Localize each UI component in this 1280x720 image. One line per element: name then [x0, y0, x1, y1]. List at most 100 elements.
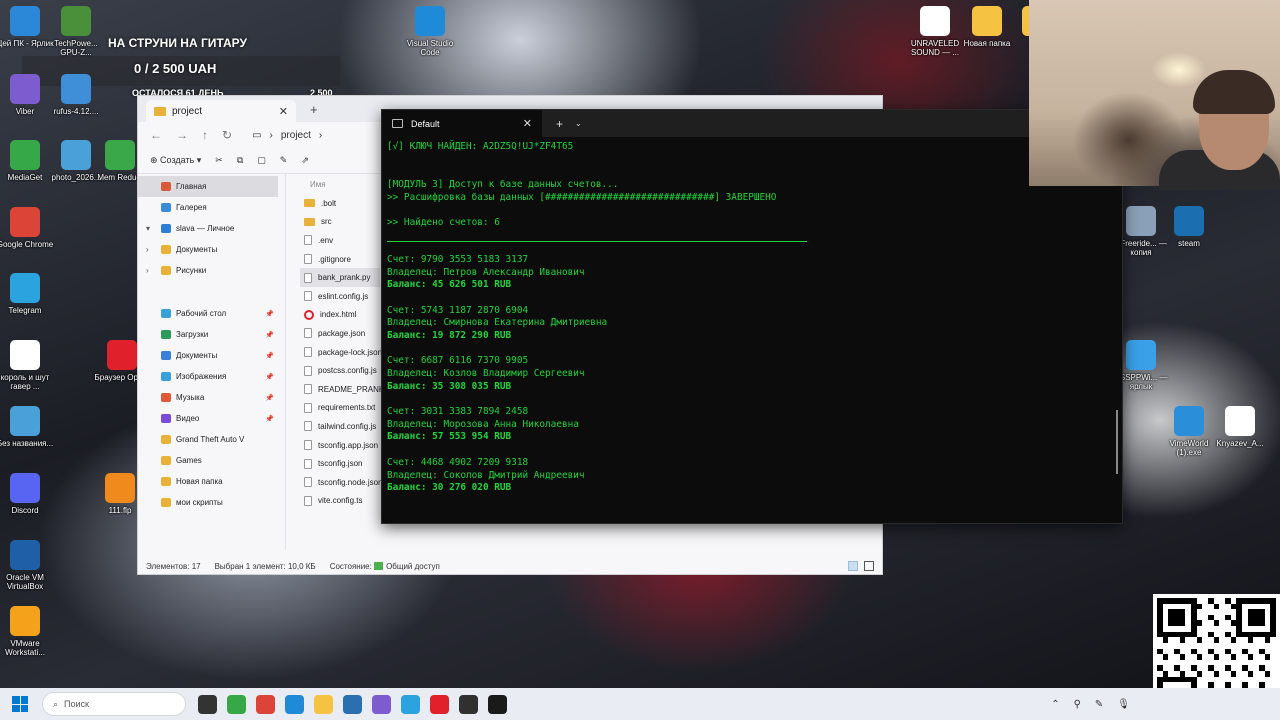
share-icon[interactable]: ⇗: [301, 155, 309, 166]
terminal-tab[interactable]: Default ✕: [382, 110, 542, 137]
pin-icon[interactable]: 📌: [265, 331, 274, 339]
close-icon[interactable]: ✕: [279, 105, 288, 118]
file-row[interactable]: bank_prank.py: [300, 268, 380, 287]
account-number: Счет: 5743 1187 2870 6904: [387, 304, 529, 316]
sidebar-item[interactable]: › Документы: [138, 239, 278, 260]
file-name: requirements.txt: [318, 403, 376, 413]
windows-start-icon[interactable]: [12, 696, 28, 712]
new-tab-icon[interactable]: +: [556, 117, 563, 131]
chevron-icon[interactable]: ›: [146, 266, 156, 275]
terminal-icon[interactable]: [488, 694, 507, 714]
sidebar-item[interactable]: Музыка 📌: [138, 387, 278, 408]
desktop-icon-left_icons-8[interactable]: Telegram: [0, 273, 57, 315]
copy-icon[interactable]: ⧉: [237, 155, 243, 166]
terminal-window: Default ✕ + ⌄ [√] КЛЮЧ НАЙДЕН: A2DZ5Q!UJ…: [381, 109, 1123, 524]
up-icon[interactable]: ↑: [202, 128, 208, 142]
sidebar-item[interactable]: Главная: [138, 176, 278, 197]
sidebar-item[interactable]: Документы 📌: [138, 345, 278, 366]
sidebar-item[interactable]: Галерея: [138, 197, 278, 218]
chrome-icon[interactable]: [256, 694, 275, 714]
folder-icon: [161, 224, 171, 233]
desktop-icon-top_icons-0[interactable]: Visual Studio Code: [398, 6, 462, 57]
terminal-scrollbar[interactable]: [1116, 410, 1118, 474]
task-view-icon[interactable]: [198, 694, 217, 714]
explorer-tab[interactable]: project ✕: [146, 100, 296, 122]
taskbar-search[interactable]: ⌕ Поиск: [42, 692, 186, 716]
mediaget-icon: [10, 140, 40, 170]
back-icon[interactable]: ←: [150, 128, 162, 142]
desktop-icon-left_icons-9[interactable]: король и шут гавер ...: [0, 340, 57, 391]
ppsspp-icon: [1126, 340, 1156, 370]
paste-icon[interactable]: ▢: [257, 155, 266, 166]
rename-icon[interactable]: ✎: [280, 155, 288, 166]
desktop-icon-right_icons-1[interactable]: steam: [1157, 206, 1221, 248]
terminal-output[interactable]: [√] КЛЮЧ НАЙДЕН: A2DZ5Q!UJ*ZF4T65 [МОДУЛЬ…: [382, 137, 1122, 499]
desktop-icon-left_icons-1[interactable]: TechPowe... GPU-Z...: [44, 6, 108, 57]
folder-icon: [161, 203, 171, 212]
sidebar-item-label: slava — Личное: [176, 224, 235, 233]
sharing-state: Состояние: Общий доступ: [330, 562, 440, 571]
desktop-icon-left_icons-12[interactable]: Discord: [0, 473, 57, 515]
sidebar-item[interactable]: Загрузки 📌: [138, 324, 278, 345]
sidebar-item[interactable]: Grand Theft Auto V: [138, 429, 278, 450]
chevron-up-icon[interactable]: ⌃: [1051, 699, 1059, 710]
mic-icon[interactable]: 🎙: [1117, 699, 1130, 710]
tiles-view-button[interactable]: [864, 561, 874, 571]
desktop-icon-left_icons-3[interactable]: rufus-4.12....: [44, 74, 108, 116]
sidebar-item[interactable]: Рабочий стол 📌: [138, 303, 278, 324]
sidebar-item[interactable]: ▾ slava — Личное: [138, 218, 278, 239]
account-balance: Баланс: 45 626 501 RUB: [387, 279, 512, 291]
sidebar-item[interactable]: Изображения 📌: [138, 366, 278, 387]
sidebar-item[interactable]: Games: [138, 450, 278, 471]
desktop-icon-left_icons-14[interactable]: Oracle VM VirtualBox: [0, 540, 57, 591]
folder-icon: [161, 456, 171, 465]
file-icon: [304, 384, 312, 395]
close-icon[interactable]: ✕: [523, 117, 532, 130]
desktop-icon-right_icons-4[interactable]: Knyazev_A...: [1208, 406, 1272, 448]
refresh-icon[interactable]: ↻: [222, 128, 232, 142]
opera-icon: [304, 309, 314, 320]
sidebar-item[interactable]: Видео 📌: [138, 408, 278, 429]
desktop-icon-left_icons-7[interactable]: Google Chrome: [0, 207, 57, 249]
chevron-icon[interactable]: ▾: [146, 224, 156, 233]
sidebar-item[interactable]: Новая папка: [138, 471, 278, 492]
mediaget-icon[interactable]: [227, 694, 246, 714]
desktop-icon-left_icons-11[interactable]: Без названия...: [0, 406, 57, 448]
file-name: eslint.config.js: [318, 291, 369, 301]
address-bar[interactable]: ▭ › project ›: [252, 130, 322, 141]
desktop-icon-label: Knyazev_A...: [1216, 439, 1264, 448]
opera-icon[interactable]: [430, 694, 449, 714]
desktop-icon-left_icons-15[interactable]: VMware Workstati...: [0, 606, 57, 657]
file-name: tsconfig.node.json: [318, 477, 383, 487]
selection-info: Выбран 1 элемент: 10,0 КБ: [214, 561, 316, 571]
details-view-button[interactable]: [848, 561, 858, 571]
folder-icon: [154, 106, 166, 116]
obs-icon[interactable]: [459, 694, 478, 714]
vimeworld-icon: [1174, 406, 1204, 436]
chevron-icon[interactable]: ›: [146, 245, 156, 254]
pin-icon[interactable]: 📌: [265, 310, 274, 318]
sidebar-item[interactable]: мои скрипты: [138, 492, 278, 513]
breadcrumb[interactable]: project: [281, 130, 311, 141]
pin-icon[interactable]: 📌: [265, 373, 274, 381]
file-explorer-icon[interactable]: [314, 694, 333, 714]
pin-icon[interactable]: 📌: [265, 415, 274, 423]
chevron-down-icon[interactable]: ⌄: [575, 119, 582, 128]
file-name: tsconfig.app.json: [318, 440, 379, 450]
pen-icon[interactable]: ✎: [1095, 699, 1103, 710]
sidebar-item[interactable]: › Рисунки: [138, 260, 278, 281]
pc-icon: [10, 6, 40, 36]
cut-icon[interactable]: ✂: [215, 155, 223, 166]
pin-icon[interactable]: 📌: [265, 394, 274, 402]
calculator-icon[interactable]: [343, 694, 362, 714]
tray-app-icon[interactable]: ⚲: [1074, 699, 1081, 710]
telegram-icon[interactable]: [401, 694, 420, 714]
new-tab-icon[interactable]: +: [310, 102, 318, 117]
viber-icon[interactable]: [372, 694, 391, 714]
forward-icon[interactable]: →: [176, 128, 188, 142]
pin-icon[interactable]: 📌: [265, 352, 274, 360]
file-icon: [304, 458, 312, 469]
folder-icon: [304, 199, 315, 208]
create-button[interactable]: ⊕ Создать ▾: [150, 155, 201, 166]
vscode-icon[interactable]: [285, 694, 304, 714]
